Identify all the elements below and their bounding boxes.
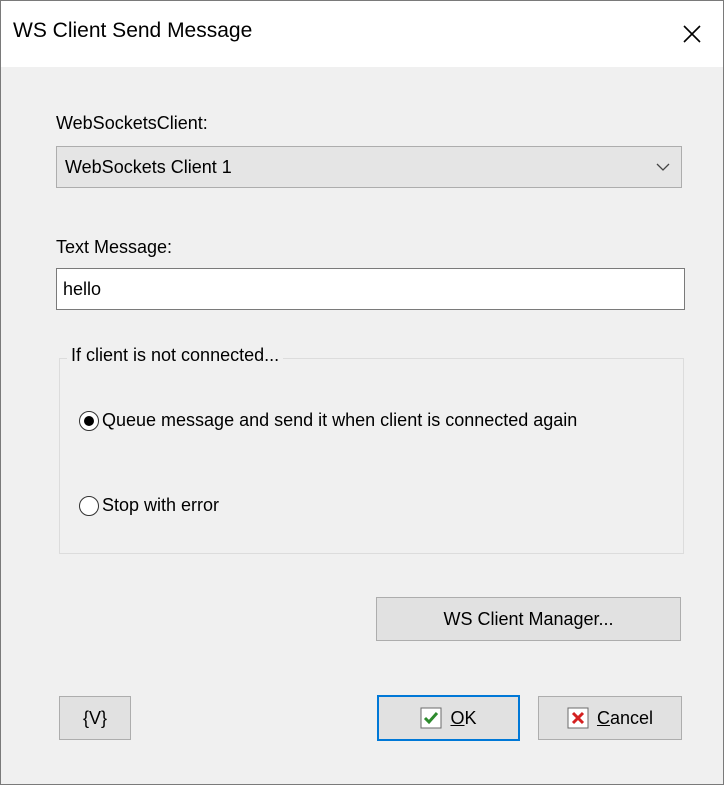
queue-message-radio[interactable]: Queue message and send it when client is… [79,410,577,431]
chevron-down-icon [656,163,670,171]
client-label: WebSocketsClient: [56,113,208,133]
message-input-value: hello [63,279,102,299]
title-bar: WS Client Send Message [1,1,723,67]
connection-group-title: If client is not connected... [67,345,284,366]
dialog-window: WS Client Send Message WebSocketsClient:… [0,0,724,785]
queue-message-label: Queue message and send it when client is… [102,410,578,430]
client-manager-button[interactable]: WS Client Manager... [376,597,681,641]
radio-unchecked-icon [79,495,99,516]
cancel-button[interactable]: Cancel [538,696,682,740]
ok-button[interactable]: OK [377,695,520,741]
message-input[interactable]: hello [56,268,685,310]
x-icon [567,707,589,729]
message-label: Text Message: [56,237,173,257]
ok-label: OK [450,707,477,728]
client-select-value: WebSockets Client 1 [65,157,232,177]
close-icon [683,25,701,43]
connection-groupbox [59,358,684,554]
stop-with-error-label: Stop with error [102,495,220,515]
client-select[interactable]: WebSockets Client 1 [56,146,682,188]
variables-label: {V} [82,707,108,728]
close-button[interactable] [661,1,723,67]
window-title: WS Client Send Message [13,19,253,42]
radio-checked-icon [79,410,99,431]
variables-button[interactable]: {V} [59,696,131,740]
client-manager-label: WS Client Manager... [443,608,614,629]
stop-with-error-radio[interactable]: Stop with error [79,495,219,516]
cancel-label: Cancel [596,707,654,728]
checkmark-icon [420,707,442,729]
